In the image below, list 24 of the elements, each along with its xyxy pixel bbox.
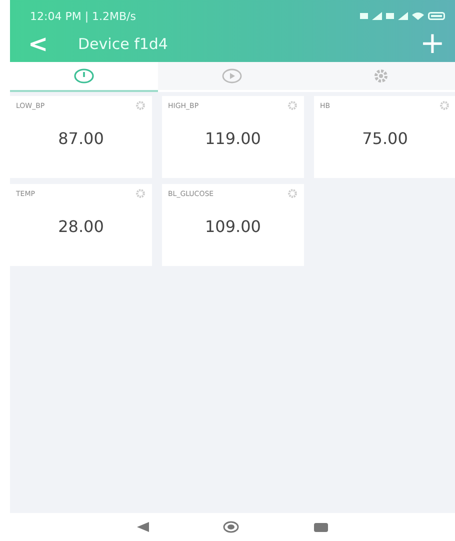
settings-icon[interactable] (135, 188, 146, 199)
wifi-icon (412, 12, 424, 20)
widget-value: 28.00 (57, 217, 105, 236)
widget-value: 109.00 (204, 217, 262, 236)
signal-icon (398, 12, 408, 20)
settings-icon[interactable] (439, 100, 450, 111)
settings-icon[interactable] (135, 100, 146, 111)
widget-value: 119.00 (204, 129, 262, 148)
settings-icon (372, 67, 390, 85)
battery-icon (428, 12, 445, 20)
home-icon[interactable] (223, 521, 240, 533)
device-title: Device f1d4 (77, 35, 169, 53)
play-icon (221, 68, 244, 84)
sim-icon (360, 13, 368, 19)
sim-icon (386, 13, 394, 19)
settings-icon[interactable] (287, 188, 298, 199)
back-icon[interactable] (137, 522, 150, 532)
widget-value: 75.00 (361, 129, 409, 148)
widget-value: 87.00 (57, 129, 105, 148)
gauge-icon (73, 68, 96, 84)
signal-icon (372, 12, 382, 20)
status-time: 12:04 PM | 1.2MB/s (30, 10, 136, 22)
recents-icon[interactable] (314, 522, 328, 532)
settings-icon[interactable] (287, 100, 298, 111)
